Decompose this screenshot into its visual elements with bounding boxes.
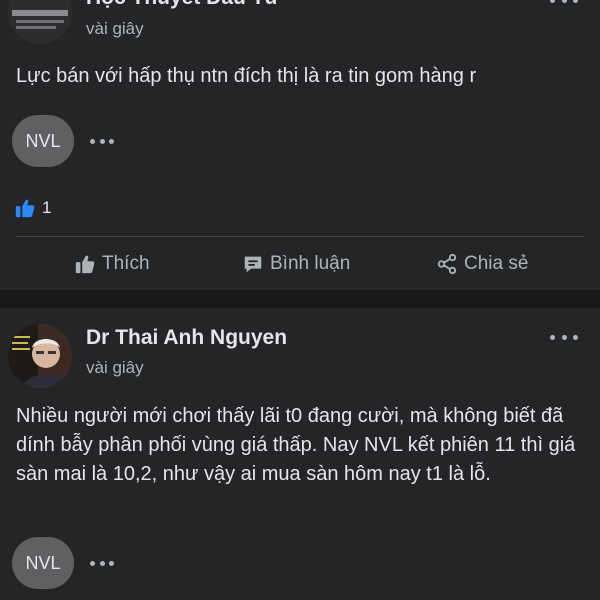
more-options-button[interactable] xyxy=(550,329,578,345)
feed-separator xyxy=(0,290,600,308)
stock-tag-chip[interactable]: NVL xyxy=(12,537,74,589)
avatar-image xyxy=(8,0,72,44)
share-label: Chia sẻ xyxy=(464,253,529,274)
reaction-summary[interactable]: 1 xyxy=(14,196,51,220)
comment-label: Bình luận xyxy=(270,253,351,274)
share-icon xyxy=(437,253,457,275)
tag-row: NVL xyxy=(12,115,114,167)
more-options-button[interactable] xyxy=(550,0,578,8)
post-card: Dr Thai Anh Nguyen vài giây Nhiều người … xyxy=(0,308,600,600)
more-icon xyxy=(90,138,95,144)
stock-tag-chip[interactable]: NVL xyxy=(12,115,74,167)
actions-divider xyxy=(16,236,584,237)
avatar-image xyxy=(8,324,72,388)
thumbs-up-icon xyxy=(75,255,95,274)
share-button[interactable]: Chia sẻ xyxy=(436,250,528,278)
like-button[interactable]: Thích xyxy=(74,250,150,278)
more-icon xyxy=(550,0,555,3)
tag-more-button[interactable] xyxy=(90,559,114,567)
like-label: Thích xyxy=(102,253,150,274)
more-icon xyxy=(90,560,95,566)
tag-row: NVL xyxy=(12,537,114,589)
post-timestamp[interactable]: vài giây xyxy=(86,358,144,378)
author-avatar[interactable] xyxy=(8,0,72,44)
reaction-count: 1 xyxy=(42,198,52,217)
more-icon xyxy=(550,334,555,340)
author-avatar[interactable] xyxy=(8,324,72,388)
author-name[interactable]: Học Thuyết Đầu Tư xyxy=(86,0,280,10)
comment-button[interactable]: Bình luận xyxy=(242,250,350,278)
comment-bubble-icon xyxy=(244,256,262,273)
post-text: Nhiều người mới chơi thấy lãi t0 đang cư… xyxy=(16,405,576,485)
thumbs-up-badge-icon xyxy=(15,199,35,218)
tag-more-button[interactable] xyxy=(90,137,114,145)
post-text: Lực bán với hấp thụ ntn đích thị là ra t… xyxy=(16,65,477,87)
post-timestamp[interactable]: vài giây xyxy=(86,19,144,39)
author-name[interactable]: Dr Thai Anh Nguyen xyxy=(86,326,287,350)
post-card: Học Thuyết Đầu Tư vài giây Lực bán với h… xyxy=(0,0,600,290)
